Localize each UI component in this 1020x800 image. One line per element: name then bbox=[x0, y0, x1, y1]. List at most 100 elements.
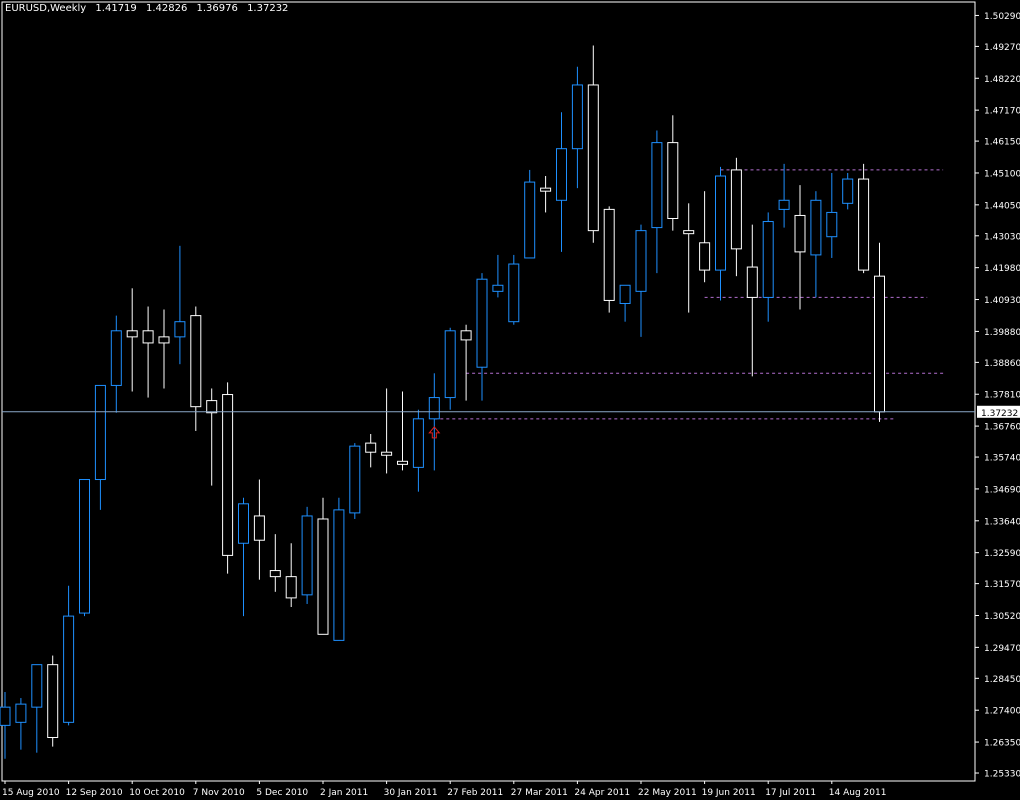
candle-body bbox=[683, 230, 695, 235]
current-price-line: 1.37232 bbox=[2, 405, 1020, 419]
candle bbox=[874, 242, 885, 422]
price-tick-label: 1.48220 bbox=[984, 75, 1020, 85]
candle bbox=[412, 409, 424, 492]
candle bbox=[222, 382, 234, 574]
candle bbox=[842, 172, 854, 210]
time-tick-label: 7 Nov 2010 bbox=[193, 788, 245, 798]
candle-body bbox=[397, 460, 408, 465]
price-tick-label: 1.45100 bbox=[984, 169, 1020, 179]
candle bbox=[94, 384, 106, 510]
candle bbox=[126, 288, 138, 392]
candle-body bbox=[0, 706, 11, 726]
candle bbox=[730, 157, 742, 277]
time-tick-label: 27 Feb 2011 bbox=[447, 788, 503, 798]
candle bbox=[47, 655, 59, 747]
candle bbox=[206, 388, 218, 486]
candle bbox=[63, 585, 75, 726]
price-tick-label: 1.40930 bbox=[984, 296, 1020, 306]
candle bbox=[285, 543, 297, 607]
candle bbox=[397, 391, 408, 471]
candle-body bbox=[858, 178, 870, 271]
candle-body bbox=[94, 384, 106, 481]
time-tick-label: 14 Aug 2011 bbox=[829, 788, 887, 798]
time-tick-label: 15 Aug 2010 bbox=[2, 788, 60, 798]
candlestick-chart[interactable]: 1.37232 1.50290 1.49270 1.48220 1.47170 1.46… bbox=[0, 0, 1020, 800]
candle bbox=[349, 443, 361, 519]
candle-body bbox=[699, 242, 711, 271]
candle-body bbox=[508, 263, 520, 323]
candle-body bbox=[460, 330, 472, 341]
candle-body bbox=[349, 445, 361, 514]
candle bbox=[444, 327, 456, 410]
candle-body bbox=[301, 515, 313, 596]
time-axis: 15 Aug 2010 12 Sep 2010 10 Oct 2010 7 Nov 2… bbox=[2, 781, 886, 798]
candle bbox=[79, 479, 90, 617]
candle bbox=[556, 112, 567, 252]
candle-body bbox=[365, 442, 377, 453]
chart-window: EURUSD,Weekly 1.41719 1.42826 1.36976 1.… bbox=[0, 0, 1020, 800]
time-tick-label: 10 Oct 2010 bbox=[129, 788, 185, 798]
candle-body bbox=[142, 330, 154, 344]
candle-body bbox=[778, 199, 790, 210]
price-tick-label: 1.31570 bbox=[984, 580, 1020, 590]
candle-body bbox=[190, 315, 202, 408]
candle-body bbox=[826, 211, 838, 238]
candle bbox=[715, 166, 726, 301]
candle bbox=[110, 315, 122, 413]
price-tick-label: 1.27400 bbox=[984, 707, 1020, 717]
candle bbox=[492, 254, 504, 298]
candle bbox=[15, 698, 27, 750]
candle bbox=[31, 664, 43, 753]
candle bbox=[858, 163, 870, 274]
candle bbox=[794, 185, 806, 310]
price-tick-label: 1.46150 bbox=[984, 138, 1020, 148]
candle bbox=[238, 497, 249, 617]
candle-body bbox=[556, 148, 567, 201]
price-tick-label: 1.37810 bbox=[984, 391, 1020, 401]
candle-body bbox=[667, 142, 679, 219]
time-tick-label: 27 Mar 2011 bbox=[511, 788, 568, 798]
candle bbox=[571, 66, 583, 189]
candle-body bbox=[47, 664, 59, 739]
candle-body bbox=[238, 503, 249, 544]
candle bbox=[365, 433, 377, 468]
price-tick-label: 1.44050 bbox=[984, 201, 1020, 211]
candle bbox=[683, 203, 695, 313]
candle bbox=[428, 373, 440, 471]
candle-body bbox=[63, 615, 75, 723]
price-tick-label: 1.34690 bbox=[984, 485, 1020, 495]
candle bbox=[540, 176, 552, 213]
candle bbox=[619, 284, 631, 322]
candle-body bbox=[540, 187, 552, 192]
candle-body bbox=[619, 284, 631, 304]
candle bbox=[762, 212, 774, 322]
candle bbox=[587, 45, 599, 243]
candle bbox=[381, 388, 393, 474]
price-tick-label: 1.36760 bbox=[984, 423, 1020, 433]
candle bbox=[524, 169, 536, 259]
price-tick-label: 1.26350 bbox=[984, 739, 1020, 749]
candle-body bbox=[524, 181, 536, 259]
candle-body bbox=[874, 275, 885, 413]
candle-body bbox=[842, 178, 854, 204]
candle bbox=[174, 245, 186, 365]
price-axis: 1.50290 1.49270 1.48220 1.47170 1.46150 1.451… bbox=[975, 12, 1020, 780]
time-tick-label: 12 Sep 2010 bbox=[66, 788, 123, 798]
candle bbox=[158, 309, 170, 389]
candle-body bbox=[381, 451, 393, 456]
price-tick-label: 1.49270 bbox=[984, 43, 1020, 53]
candle-body bbox=[444, 330, 456, 399]
candle-body bbox=[126, 330, 138, 338]
price-tick-label: 1.50290 bbox=[984, 12, 1020, 22]
candle bbox=[333, 497, 345, 641]
candle-body bbox=[492, 284, 504, 292]
candle bbox=[667, 115, 679, 231]
candle-body bbox=[651, 142, 663, 229]
price-tick-label: 1.47170 bbox=[984, 107, 1020, 117]
candle-body bbox=[476, 278, 488, 368]
candle-body bbox=[158, 336, 170, 344]
time-tick-label: 17 Jul 2011 bbox=[765, 788, 816, 798]
current-price-label: 1.37232 bbox=[981, 409, 1018, 419]
candle bbox=[651, 130, 663, 274]
time-tick-label: 5 Dec 2010 bbox=[256, 788, 308, 798]
